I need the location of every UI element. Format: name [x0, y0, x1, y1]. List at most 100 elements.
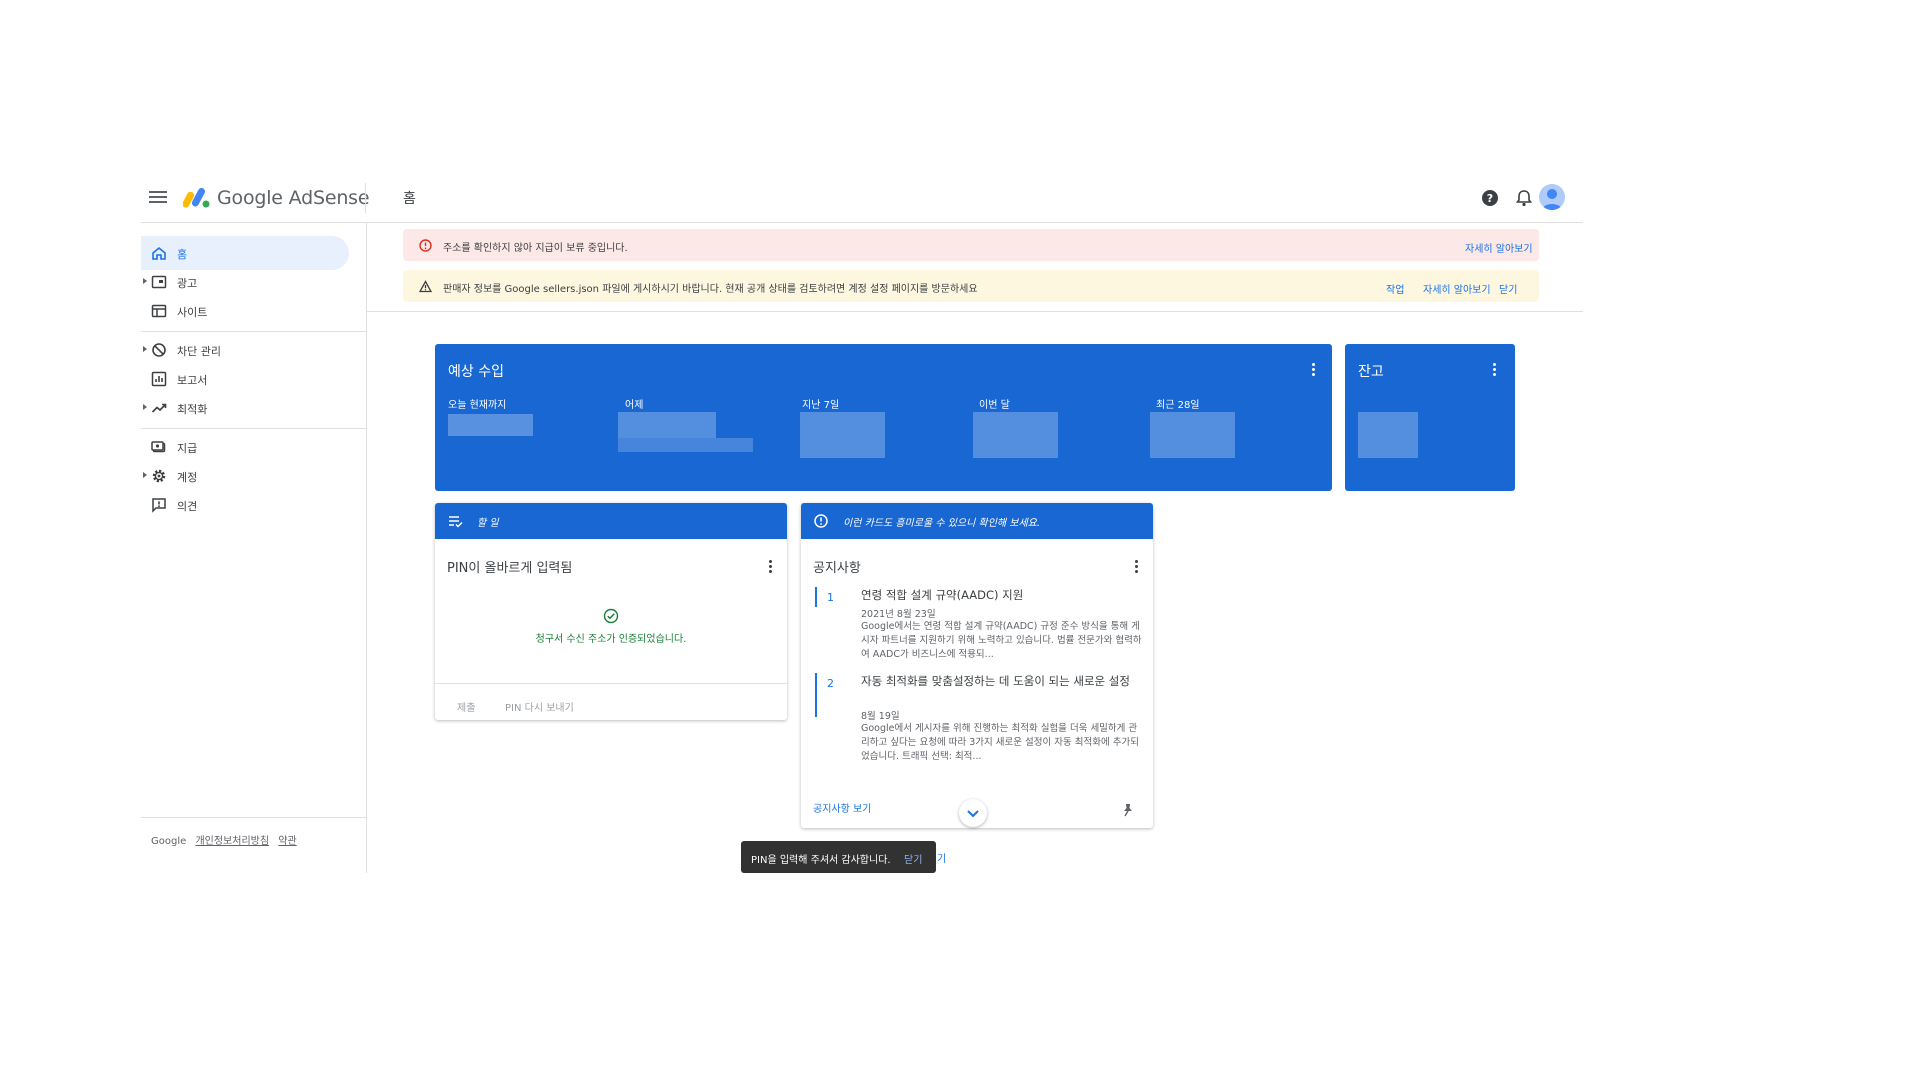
error-icon — [419, 239, 432, 252]
expand-caret-icon[interactable] — [143, 346, 147, 352]
card-title: 잔고 — [1358, 364, 1384, 380]
pin-icon[interactable] — [1121, 803, 1135, 817]
redacted-value — [618, 438, 753, 452]
sellers-json-banner: 판매자 정보를 Google sellers.json 파일에 게시하시기 바랍… — [403, 270, 1539, 302]
menu-icon[interactable] — [149, 189, 167, 207]
header-divider — [365, 183, 366, 213]
check-circle-icon — [603, 608, 619, 624]
top-app-bar: Google AdSense 홈 ? — [141, 173, 1583, 223]
metric-yesterday: 어제 — [625, 396, 643, 411]
feedback-icon — [152, 498, 166, 513]
metric-label: 오늘 현재까지 — [448, 400, 507, 411]
snackbar: PIN을 입력해 주셔서 감사합니다. 닫기 — [741, 841, 936, 873]
expand-caret-icon[interactable] — [143, 404, 147, 410]
adsense-app: Google AdSense 홈 ? 홈 광고 사이트 차단 관리 보고서 최적… — [141, 173, 1583, 873]
learn-more-link[interactable]: 자세히 알아보기 — [1465, 240, 1533, 255]
redacted-value — [1358, 412, 1418, 458]
page-title: 홈 — [403, 191, 416, 207]
sidebar-item-optimization[interactable]: 최적화 — [141, 391, 349, 425]
item-number: 2 — [827, 677, 834, 690]
submit-button[interactable]: 제출 — [457, 699, 475, 714]
item-number: 1 — [827, 591, 834, 604]
item-title: 연령 적합 설계 규약(AADC) 지원 — [861, 588, 1024, 602]
caption-text: 이런 카드도 흥미로울 수 있으니 확인해 보세요. — [843, 518, 1041, 529]
redacted-value — [1150, 412, 1235, 458]
expand-caret-icon[interactable] — [143, 472, 147, 478]
todo-card: 할 일 PIN이 올바르게 입력됨 청구서 수신 주소가 인증되었습니다. 제출… — [435, 503, 787, 720]
sidebar-item-label: 의견 — [177, 500, 198, 513]
card-caption: 이런 카드도 흥미로울 수 있으니 확인해 보세요. — [801, 503, 1153, 539]
chevron-down-icon — [967, 810, 979, 818]
privacy-policy-link[interactable]: 개인정보처리방침 — [195, 836, 269, 847]
redacted-value — [800, 412, 885, 458]
card-title: 예상 수입 — [448, 364, 504, 380]
card-title: PIN이 올바르게 입력됨 — [447, 561, 573, 576]
banner-message: 주소를 확인하지 않아 지급이 보류 중입니다. — [443, 243, 628, 254]
nav-divider — [141, 331, 367, 332]
sidebar-item-label: 홈 — [177, 248, 188, 261]
expand-caret-icon[interactable] — [143, 278, 147, 284]
dismiss-link[interactable]: 닫기 — [1499, 281, 1517, 296]
sidebar-item-label: 지급 — [177, 442, 198, 455]
redacted-value — [618, 412, 716, 438]
banner-message: 판매자 정보를 Google sellers.json 파일에 게시하시기 바랍… — [443, 284, 978, 295]
metric-this-month: 이번 달 — [979, 396, 1010, 411]
footer-brand: Google — [151, 836, 187, 847]
warning-icon — [419, 280, 432, 293]
estimated-earnings-card: 예상 수입 오늘 현재까지 어제 지난 7일 이번 달 최근 28일 — [435, 344, 1332, 491]
terms-link[interactable]: 약관 — [278, 836, 296, 847]
item-date: 8월 19일 — [861, 711, 900, 722]
more-options-icon[interactable] — [1310, 363, 1316, 379]
caption-text: 할 일 — [477, 518, 499, 529]
more-options-icon[interactable] — [767, 560, 773, 576]
announcement-item[interactable]: 2 자동 최적화를 맞춤설정하는 데 도움이 되는 새로운 설정 8월 19일 … — [813, 673, 1143, 762]
notifications-icon[interactable] — [1513, 187, 1535, 209]
metric-last-7-days: 지난 7일 — [802, 396, 839, 411]
sidebar-item-label: 광고 — [177, 277, 198, 290]
account-avatar[interactable] — [1539, 184, 1565, 210]
more-options-icon[interactable] — [1491, 363, 1497, 379]
learn-more-link[interactable]: 자세히 알아보기 — [1423, 281, 1491, 296]
action-link[interactable]: 작업 — [1386, 281, 1404, 296]
checklist-icon — [449, 516, 463, 528]
snackbar-message: PIN을 입력해 주셔서 감사합니다. — [751, 855, 891, 866]
item-body: Google에서는 연령 적합 설계 규약(AADC) 규정 준수 방식을 통해… — [861, 621, 1142, 660]
card-title: 공지사항 — [813, 561, 861, 576]
resend-pin-button[interactable]: PIN 다시 보내기 — [505, 699, 574, 714]
metric-today: 오늘 현재까지 — [448, 396, 506, 411]
item-accent — [815, 673, 817, 717]
payment-hold-banner: 주소를 확인하지 않아 지급이 보류 중입니다. 자세히 알아보기 — [403, 229, 1539, 261]
help-icon[interactable]: ? — [1479, 187, 1501, 209]
announcement-item[interactable]: 1 연령 적합 설계 규약(AADC) 지원 2021년 8월 23일 Goog… — [813, 587, 1143, 660]
settings-spark-icon — [814, 514, 828, 528]
brand-name: Google AdSense — [217, 187, 370, 209]
item-accent — [815, 587, 817, 607]
sidebar-item-label: 사이트 — [177, 306, 208, 319]
more-options-icon[interactable] — [1133, 560, 1139, 576]
content-divider — [367, 311, 1583, 312]
sidebar-item-feedback[interactable]: 의견 — [141, 488, 349, 522]
metric-last-28-days: 최근 28일 — [1156, 396, 1200, 411]
snackbar-close-button[interactable]: 닫기 — [904, 851, 922, 866]
card-caption: 할 일 — [435, 503, 787, 539]
redacted-value — [973, 412, 1058, 458]
item-body: Google에서 게시자를 위해 진행하는 최적화 실험을 더욱 세밀하게 관리… — [861, 723, 1139, 762]
home-icon — [152, 246, 166, 260]
ads-icon — [151, 275, 167, 289]
item-date: 2021년 8월 23일 — [861, 609, 936, 620]
footer-divider — [141, 817, 367, 818]
view-announcements-link[interactable]: 공지사항 보기 — [813, 800, 871, 815]
optimization-icon — [151, 403, 167, 413]
sidebar-item-label: 차단 관리 — [177, 345, 221, 358]
sidebar-item-sites[interactable]: 사이트 — [141, 294, 349, 328]
sidebar: 홈 광고 사이트 차단 관리 보고서 최적화 지급 계정 의견 Google 개… — [141, 223, 367, 873]
verified-message: 청구서 수신 주소가 인증되었습니다. — [535, 634, 687, 645]
adsense-logo — [183, 187, 210, 208]
partially-hidden-link[interactable]: 기 — [937, 850, 946, 865]
card-footer-divider — [435, 683, 787, 684]
metric-label: 이번 달 — [979, 400, 1010, 411]
block-icon — [152, 343, 166, 357]
expand-button[interactable] — [959, 799, 987, 827]
sidebar-item-label: 최적화 — [177, 403, 208, 416]
metric-label: 최근 28일 — [1156, 400, 1200, 411]
